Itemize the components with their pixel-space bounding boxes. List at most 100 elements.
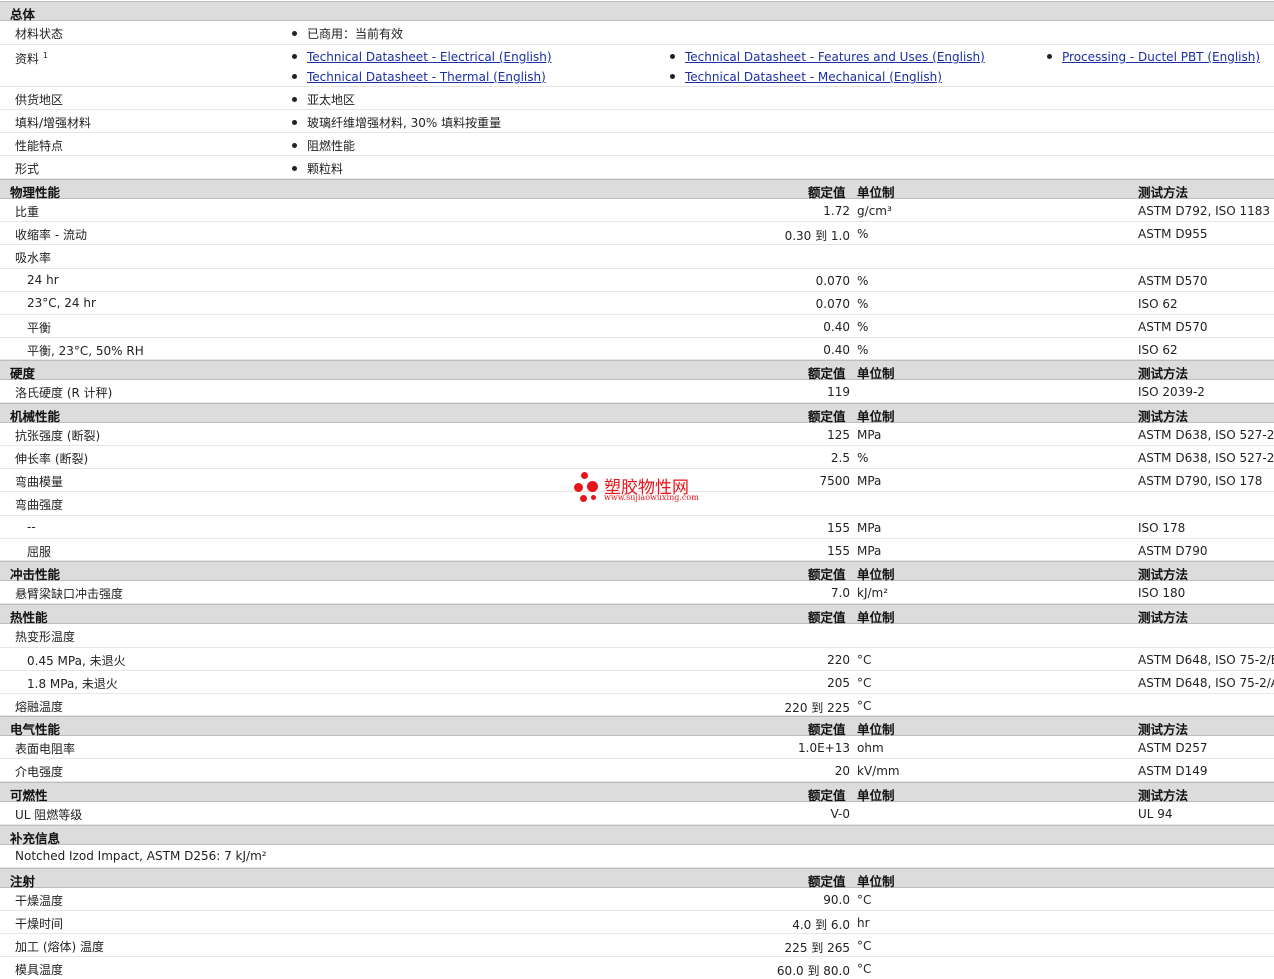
row-label: -- [27, 520, 36, 534]
row-unit: °C [857, 699, 872, 713]
table-row: UL 阻燃等级 V-0 UL 94 [0, 802, 1274, 825]
table-row: 24 hr 0.070 % ASTM D570 [0, 269, 1274, 292]
row-value: 60.0 到 80.0 [776, 964, 850, 978]
row-value: 225 到 265 [784, 941, 850, 955]
bullet-icon [292, 143, 297, 148]
section-supplement-header: 补充信息 [0, 825, 1274, 846]
section-physical-header: 物理性能 额定值 单位制 测试方法 [0, 179, 1274, 200]
filler-value: 玻璃纤维增强材料, 30% 填料按重量 [292, 114, 501, 131]
table-row: 热变形温度 [0, 624, 1274, 648]
row-method: ASTM D648, ISO 75-2/A [1138, 676, 1274, 690]
row-value: 2.5 [830, 451, 850, 465]
doc-link-mechanical[interactable]: Technical Datasheet - Mechanical (Englis… [670, 70, 942, 84]
bullet-icon [292, 54, 297, 59]
doc-link-processing[interactable]: Processing - Ductel PBT (English) [1047, 50, 1260, 64]
row-value: 0.40 [823, 320, 850, 334]
row-label: 供货地区 [15, 93, 64, 107]
bullet-icon [292, 74, 297, 79]
row-label: 材料状态 [15, 27, 64, 41]
row-label: 收缩率 - 流动 [15, 228, 87, 242]
row-label: 比重 [15, 205, 40, 219]
doc-link-features[interactable]: Technical Datasheet - Features and Uses … [670, 50, 985, 64]
row-unit: MPa [857, 544, 882, 558]
row-unit: MPa [857, 474, 882, 488]
row-unit: % [857, 343, 869, 357]
row-unit: MPa [857, 428, 882, 442]
table-row: 平衡 0.40 % ASTM D570 [0, 315, 1274, 338]
bullet-icon [670, 54, 675, 59]
row-unit: hr [857, 916, 870, 930]
watermark-logo: 塑胶物性网 www.sujiaowuxing.com [574, 470, 714, 510]
section-electrical-header: 电气性能 额定值 单位制 测试方法 [0, 716, 1274, 737]
row-value: 155 [827, 544, 850, 558]
table-row: 23°C, 24 hr 0.070 % ISO 62 [0, 292, 1274, 315]
row-label: 23°C, 24 hr [27, 296, 96, 310]
table-row: 1.8 MPa, 未退火 205 °C ASTM D648, ISO 75-2/… [0, 671, 1274, 694]
bullet-icon [292, 97, 297, 102]
row-documents: 资料 1 Technical Datasheet - Electrical (E… [0, 45, 1274, 87]
table-row: 比重 1.72 g/cm³ ASTM D792, ISO 1183 [0, 199, 1274, 222]
row-label: 弯曲强度 [15, 498, 64, 512]
row-value: 1.72 [823, 204, 850, 218]
row-value: 0.40 [823, 343, 850, 357]
row-value: 7.0 [830, 586, 850, 600]
table-row: 模具温度 60.0 到 80.0 °C [0, 957, 1274, 978]
row-label: 资料 1 [15, 51, 48, 66]
bullet-icon [1047, 54, 1052, 59]
row-unit: % [857, 451, 869, 465]
table-row: 收缩率 - 流动 0.30 到 1.0 % ASTM D955 [0, 222, 1274, 245]
table-row: 熔融温度 220 到 225 °C [0, 694, 1274, 716]
row-method: ASTM D955 [1138, 227, 1208, 241]
row-label: 填料/增强材料 [15, 116, 92, 130]
row-label: 平衡 [27, 321, 52, 335]
table-row: 伸长率 (断裂) 2.5 % ASTM D638, ISO 527-2 [0, 446, 1274, 469]
row-value: 125 [827, 428, 850, 442]
section-thermal-header: 热性能 额定值 单位制 测试方法 [0, 604, 1274, 625]
row-label: 平衡, 23°C, 50% RH [27, 344, 144, 358]
row-method: ASTM D149 [1138, 764, 1208, 778]
table-row: 介电强度 20 kV/mm ASTM D149 [0, 759, 1274, 782]
bullet-icon [292, 31, 297, 36]
row-value: 155 [827, 521, 850, 535]
section-injection-header: 注射 额定值 单位制 [0, 868, 1274, 889]
table-row: 干燥温度 90.0 °C [0, 888, 1274, 911]
row-unit: °C [857, 939, 872, 953]
table-row: 0.45 MPa, 未退火 220 °C ASTM D648, ISO 75-2… [0, 648, 1274, 671]
row-label: 热变形温度 [15, 630, 76, 644]
row-value: 220 到 225 [784, 701, 850, 715]
row-label: 24 hr [27, 273, 59, 287]
table-row: 加工 (熔体) 温度 225 到 265 °C [0, 934, 1274, 957]
section-mechanical-header: 机械性能 额定值 单位制 测试方法 [0, 403, 1274, 424]
row-unit: kJ/m² [857, 586, 889, 600]
row-method: ISO 2039-2 [1138, 385, 1205, 399]
row-unit: ohm [857, 741, 884, 755]
row-material-status: 材料状态 已商用：当前有效 [0, 21, 1274, 45]
row-label: 加工 (熔体) 温度 [15, 940, 104, 954]
watermark-url: www.sujiaowuxing.com [604, 493, 699, 502]
doc-link-electrical[interactable]: Technical Datasheet - Electrical (Englis… [292, 50, 552, 64]
row-label: 性能特点 [15, 139, 64, 153]
row-label: 熔融温度 [15, 700, 64, 714]
row-label: 形式 [15, 162, 40, 176]
row-value: 220 [827, 653, 850, 667]
row-value: 0.070 [815, 297, 850, 311]
doc-link-thermal[interactable]: Technical Datasheet - Thermal (English) [292, 70, 546, 84]
row-method: ISO 62 [1138, 343, 1178, 357]
section-flammability-header: 可燃性 额定值 单位制 测试方法 [0, 782, 1274, 803]
row-label: 1.8 MPa, 未退火 [27, 677, 118, 691]
row-label: 模具温度 [15, 963, 64, 977]
bullet-icon [292, 120, 297, 125]
table-row: 干燥时间 4.0 到 6.0 hr [0, 911, 1274, 934]
status-value: 已商用：当前有效 [292, 25, 403, 42]
row-unit: % [857, 274, 869, 288]
section-hardness-header: 硬度 额定值 单位制 测试方法 [0, 360, 1274, 381]
table-row: 屈服 155 MPa ASTM D790 [0, 539, 1274, 561]
row-label: 洛氏硬度 (R 计秤) [15, 386, 113, 400]
row-value: 20 [834, 764, 850, 778]
bullet-icon [670, 74, 675, 79]
row-supply-region: 供货地区 亚太地区 [0, 87, 1274, 110]
row-label: 屈服 [27, 545, 52, 559]
form-value: 颗粒料 [292, 160, 343, 177]
section-general-header: 总体 [0, 1, 1274, 22]
row-label: 干燥时间 [15, 917, 64, 931]
